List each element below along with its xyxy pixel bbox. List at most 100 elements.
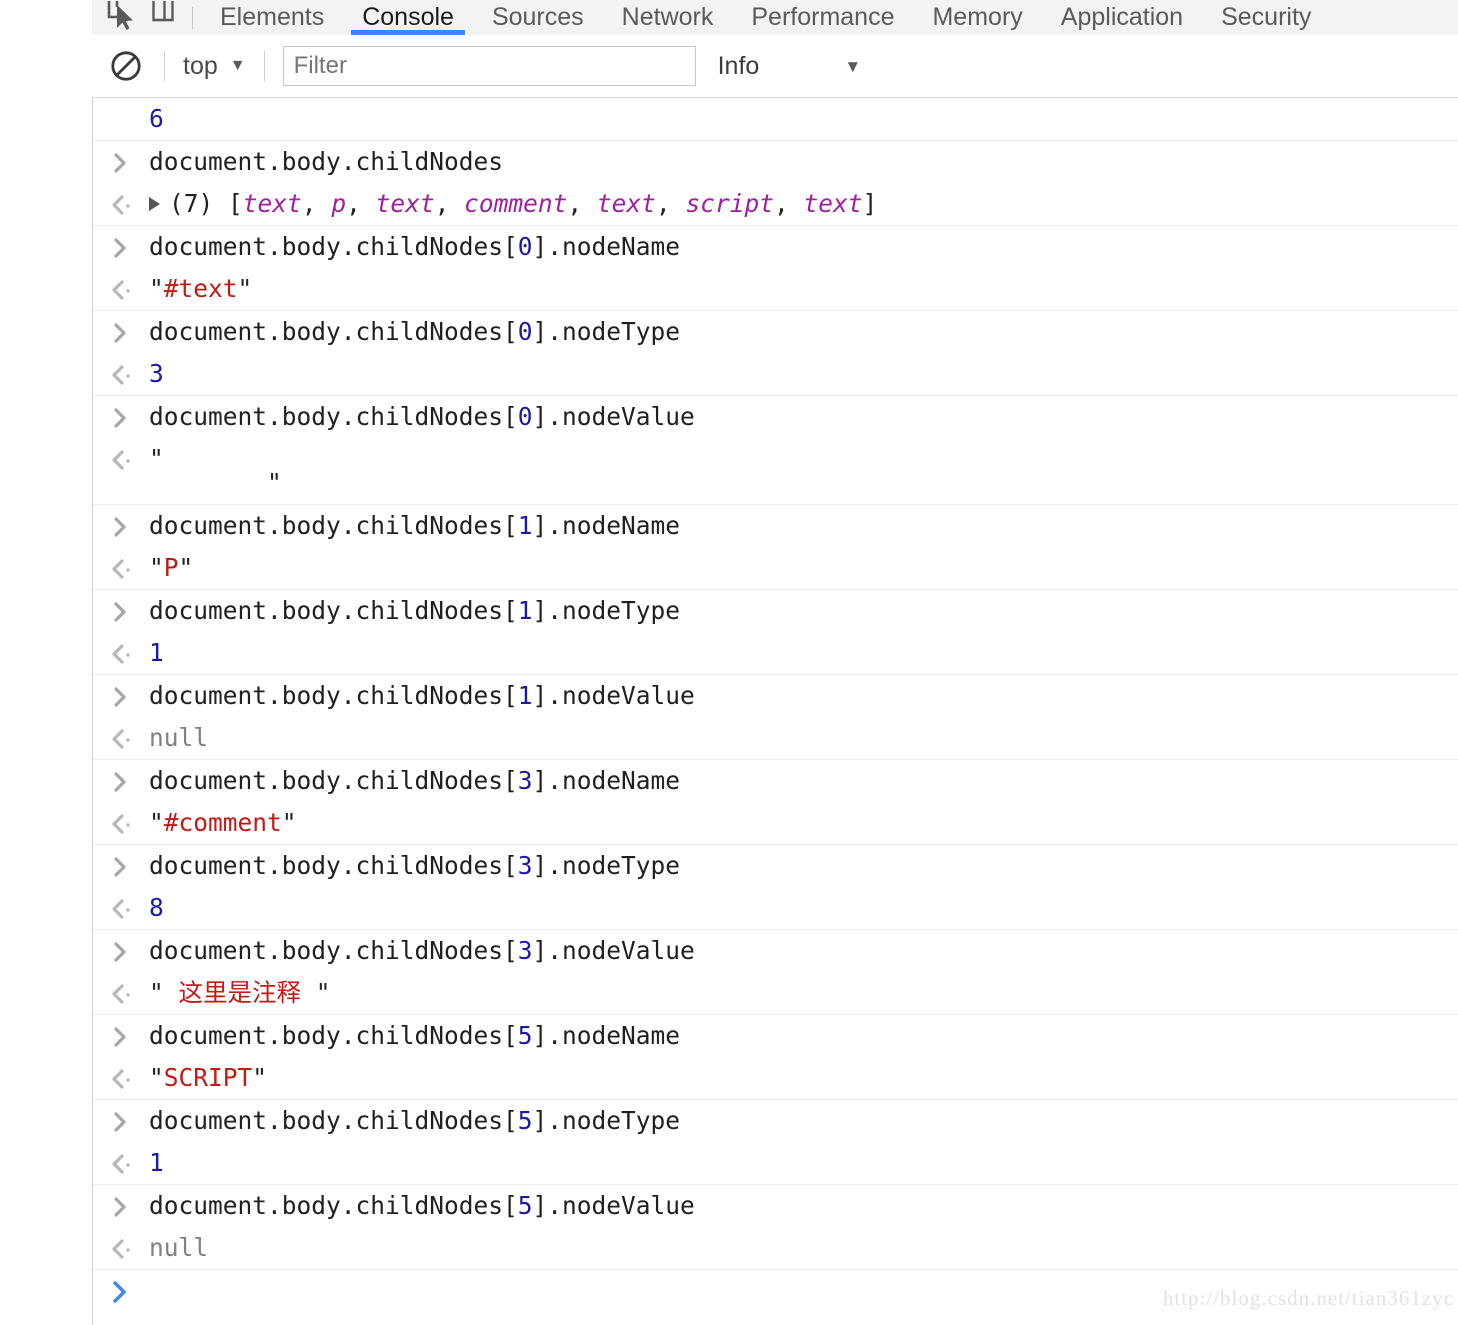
- watermark-text: http://blog.csdn.net/tian361zyc: [1162, 1286, 1454, 1310]
- console-message-text: "P": [149, 555, 193, 581]
- output-arrow-icon: [93, 1235, 149, 1261]
- device-toolbar-icon[interactable]: [142, 0, 184, 35]
- token-plain: (7): [169, 188, 229, 218]
- token-plain: document.body.childNodes[: [149, 850, 518, 880]
- console-message-text: document.body.childNodes[5].nodeValue: [149, 1193, 695, 1219]
- console-result-row[interactable]: "#comment": [93, 802, 1458, 844]
- console-command-row[interactable]: document.body.childNodes[3].nodeType: [93, 843, 1458, 887]
- console-result-row[interactable]: "#text": [93, 268, 1458, 310]
- token-quote: " ": [149, 443, 282, 497]
- console-message-text: (7) [text, p, text, comment, text, scrip…: [149, 191, 877, 217]
- output-arrow-icon: [93, 446, 149, 472]
- token-plain: document.body.childNodes: [149, 146, 504, 176]
- console-command-row[interactable]: document.body.childNodes[5].nodeType: [93, 1098, 1458, 1142]
- console-message-text: document.body.childNodes[0].nodeType: [149, 319, 680, 345]
- console-message-text: document.body.childNodes[5].nodeName: [149, 1023, 680, 1049]
- console-command-row[interactable]: document.body.childNodes[0].nodeValue: [93, 394, 1458, 438]
- devtools-tab-bar: Elements Console Sources Network Perform…: [92, 0, 1458, 35]
- tab-console[interactable]: Console: [343, 0, 473, 35]
- token-plain: ].nodeType: [532, 595, 681, 625]
- console-result-row[interactable]: " ": [93, 438, 1458, 504]
- console-result-row[interactable]: 1: [93, 1142, 1458, 1184]
- console-message-list[interactable]: 6 document.body.childNodes (7) [text, p, t…: [92, 98, 1458, 1325]
- toolbar-separator-2: [263, 51, 265, 81]
- token-quote: ": [301, 977, 331, 1007]
- console-command-row[interactable]: document.body.childNodes[5].nodeValue: [93, 1183, 1458, 1227]
- console-command-row[interactable]: document.body.childNodes[0].nodeName: [93, 224, 1458, 268]
- tab-performance[interactable]: Performance: [732, 0, 913, 35]
- input-arrow-icon: [93, 234, 149, 260]
- console-result-row[interactable]: "P": [93, 547, 1458, 589]
- console-command-row[interactable]: document.body.childNodes[1].nodeName: [93, 503, 1458, 547]
- clear-console-icon[interactable]: [106, 46, 146, 86]
- tab-application[interactable]: Application: [1042, 0, 1202, 35]
- console-message-text: document.body.childNodes[1].nodeName: [149, 513, 680, 539]
- console-messages: 6 document.body.childNodes (7) [text, p, t…: [93, 98, 1458, 1269]
- input-arrow-icon: [93, 768, 149, 794]
- token-num: 3: [517, 765, 533, 795]
- token-plain: document.body.childNodes[: [149, 680, 518, 710]
- token-quote: ": [149, 1062, 164, 1092]
- devtools-tool-icons: [92, 0, 188, 35]
- token-plain: document.body.childNodes[: [149, 935, 518, 965]
- console-command-row[interactable]: document.body.childNodes[1].nodeValue: [93, 673, 1458, 717]
- tab-elements[interactable]: Elements: [201, 0, 343, 35]
- filter-input[interactable]: [282, 46, 696, 86]
- console-command-row[interactable]: document.body.childNodes[3].nodeValue: [93, 928, 1458, 972]
- token-num: 0: [517, 401, 533, 431]
- token-node: text: [375, 188, 435, 218]
- console-command-row[interactable]: document.body.childNodes[3].nodeName: [93, 758, 1458, 802]
- token-plain: ].nodeName: [532, 765, 681, 795]
- output-arrow-icon: [93, 276, 149, 302]
- token-plain: document.body.childNodes[: [149, 1190, 518, 1220]
- token-plain: document.body.childNodes[: [149, 401, 518, 431]
- console-result-row[interactable]: null: [93, 717, 1458, 759]
- console-result-row[interactable]: 3: [93, 353, 1458, 395]
- tab-memory[interactable]: Memory: [913, 0, 1041, 35]
- console-result-row[interactable]: null: [93, 1227, 1458, 1269]
- token-str: #comment: [163, 807, 282, 837]
- console-message-text: document.body.childNodes[0].nodeName: [149, 234, 680, 260]
- tab-security[interactable]: Security: [1202, 0, 1330, 35]
- token-plain: ,: [434, 188, 465, 218]
- inspect-element-icon[interactable]: [100, 0, 142, 35]
- console-command-row[interactable]: document.body.childNodes[0].nodeType: [93, 309, 1458, 353]
- token-plain: document.body.childNodes[: [149, 231, 518, 261]
- console-message-text: 6: [149, 106, 164, 132]
- tab-network[interactable]: Network: [603, 0, 733, 35]
- console-message-text: 8: [149, 895, 164, 921]
- expand-triangle-icon[interactable]: [149, 196, 160, 211]
- console-message-text: document.body.childNodes: [149, 149, 503, 175]
- token-plain: ].nodeType: [532, 850, 681, 880]
- console-result-row[interactable]: 8: [93, 887, 1458, 929]
- console-command-row[interactable]: document.body.childNodes[5].nodeName: [93, 1013, 1458, 1057]
- console-message-text: null: [149, 725, 208, 751]
- token-node: p: [331, 188, 347, 218]
- token-quote: ": [149, 273, 164, 303]
- console-command-row[interactable]: document.body.childNodes[1].nodeType: [93, 588, 1458, 632]
- input-arrow-icon: [93, 598, 149, 624]
- tab-sources[interactable]: Sources: [473, 0, 603, 35]
- token-num: 0: [517, 316, 533, 346]
- console-result-row[interactable]: " 这里是注释 ": [93, 972, 1458, 1014]
- console-message-text: document.body.childNodes[5].nodeType: [149, 1108, 680, 1134]
- console-result-row[interactable]: 1: [93, 632, 1458, 674]
- token-plain: [: [228, 188, 243, 218]
- console-result-row[interactable]: (7) [text, p, text, comment, text, scrip…: [93, 183, 1458, 225]
- console-result-row[interactable]: 6: [93, 98, 1458, 140]
- console-command-row[interactable]: document.body.childNodes: [93, 139, 1458, 183]
- chevron-down-icon: ▼: [229, 57, 246, 74]
- output-arrow-icon: [93, 1150, 149, 1176]
- token-quote: ": [237, 273, 253, 303]
- token-plain: document.body.childNodes[: [149, 765, 518, 795]
- execution-context-selector[interactable]: top ▼: [183, 52, 246, 81]
- console-message-text: 3: [149, 361, 164, 387]
- console-message-text: 1: [149, 1150, 164, 1176]
- input-arrow-icon: [93, 1193, 149, 1219]
- console-result-row[interactable]: "SCRIPT": [93, 1057, 1458, 1099]
- token-plain: ,: [301, 188, 332, 218]
- input-arrow-icon: [93, 683, 149, 709]
- token-plain: ].nodeValue: [532, 680, 695, 710]
- token-null: null: [149, 1232, 209, 1262]
- log-level-selector[interactable]: Info ▼: [718, 52, 862, 81]
